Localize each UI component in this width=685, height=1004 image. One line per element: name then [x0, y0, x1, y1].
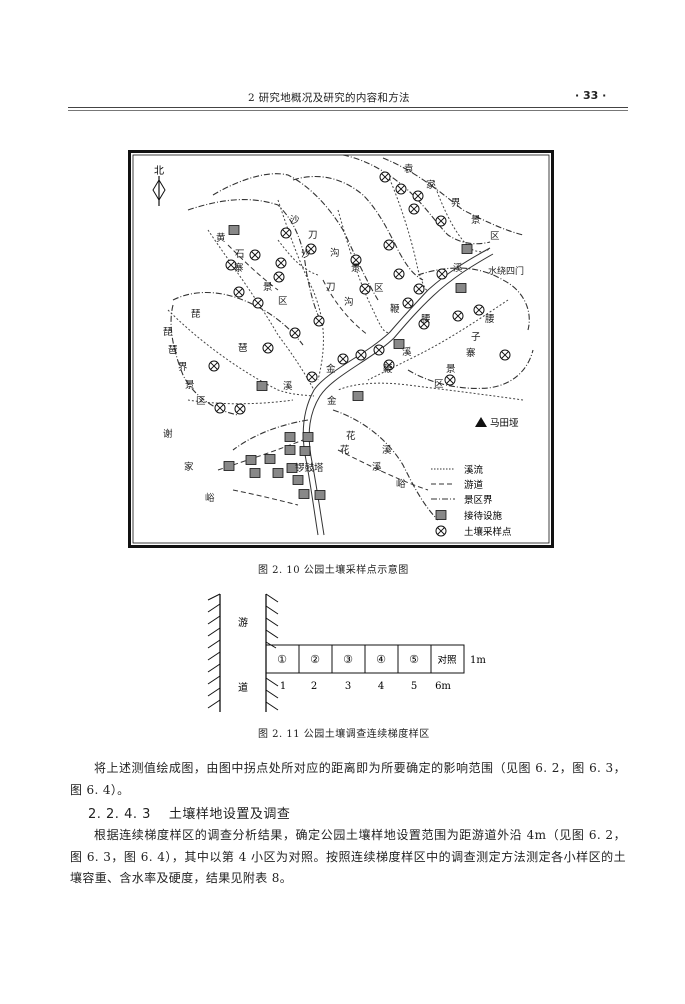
- label-dao-b: 刀: [326, 282, 336, 293]
- label-sha-a: 沙: [290, 215, 300, 226]
- label-xi-b: 溪: [402, 346, 412, 358]
- right-wall-hatching: [265, 593, 279, 711]
- label-yao-2: 腰: [485, 314, 495, 325]
- legend-trail-label: 游道: [464, 479, 484, 491]
- label-jing-p: 景: [185, 380, 195, 391]
- label-qu: 区: [490, 231, 500, 242]
- label-jin-a: 金: [327, 395, 337, 407]
- plot-1-label: ①: [277, 653, 287, 666]
- label-gou-b: 沟: [344, 296, 354, 308]
- map-frame: [128, 150, 554, 548]
- label-yu-x: 峪: [205, 493, 215, 504]
- running-header: 2 研究地概况及研究的内容和方法: [248, 92, 410, 104]
- legend-facility-label: 接待设施: [464, 510, 503, 522]
- section-title: 土壤样地设置及调查: [168, 807, 291, 822]
- section-heading: 2. 2. 4. 3 土壤样地设置及调查: [88, 803, 290, 822]
- page-number: · 33 ·: [575, 89, 607, 102]
- distance-tick-5: 5: [411, 681, 417, 692]
- gradient-plot-figure: 游 道 ① ② ③ ④ ⑤ 对照 1m 1 2 3 4 5 6m: [207, 593, 486, 712]
- plot-4-label: ④: [376, 653, 386, 666]
- distance-tick-3: 3: [345, 681, 351, 692]
- label-pa: 琶: [168, 345, 178, 356]
- label-yuan: 袁: [404, 163, 414, 175]
- label-xi-h2: 溪: [372, 461, 382, 473]
- label-jia: 家: [426, 179, 436, 191]
- figure-2-10-caption: 图 2. 10 公园土壤采样点示意图: [258, 565, 409, 576]
- label-hua-2: 花: [340, 444, 350, 456]
- header-rule-thin: [68, 110, 628, 111]
- label-qu-h: 区: [278, 296, 288, 307]
- label-pi: 琵: [163, 327, 173, 338]
- body-paragraph-1: 将上述测值绘成图，由图中拐点处所对应的距离即为所要确定的影响范围（见图 6. 2…: [70, 761, 626, 797]
- section-number: 2. 2. 4. 3: [88, 807, 151, 822]
- control-plot-label: 对照: [437, 654, 457, 666]
- label-xi-a: 溪: [453, 262, 463, 274]
- label-bian-b: 鞭: [383, 363, 393, 375]
- label-jia-x: 家: [184, 461, 194, 473]
- label-jin-b: 金: [326, 363, 336, 375]
- label-jing-a: 景: [351, 263, 361, 274]
- label-xi-p: 溪: [283, 380, 293, 392]
- label-qu-a: 区: [374, 283, 384, 294]
- label-bian-a: 鞭: [390, 303, 400, 315]
- label-jing-h: 景: [263, 282, 273, 293]
- label-hua: 花: [346, 430, 356, 442]
- label-gou-a: 沟: [330, 247, 340, 259]
- sampling-map-figure: 北 袁 家 界 景 区 沙 刀 沟 景 区 沙 刀 沟 黄 石 寨 景 区 水绕…: [128, 150, 554, 548]
- plot-2-label: ②: [310, 653, 320, 666]
- label-matianya: 马田垭: [490, 417, 519, 429]
- label-xie: 谢: [163, 428, 173, 440]
- distance-tick-1: 1: [280, 681, 286, 692]
- label-dao-a: 刀: [308, 230, 318, 241]
- label-luoguta: 锣鼓塔: [295, 462, 324, 474]
- plot-row: [265, 644, 465, 674]
- label-zhai-y: 寨: [466, 347, 476, 359]
- legend-boundary-label: 景区界: [464, 495, 493, 506]
- label-shi: 石: [235, 249, 245, 260]
- label-jie-p: 界: [178, 362, 188, 373]
- trail-label-you: 游: [238, 616, 248, 629]
- body-paragraph-2: 根据连续梯度样区的调查分析结果，确定公园土壤样地设置范围为距游道外沿 4m（见图…: [70, 828, 626, 885]
- label-yu-h: 峪: [396, 479, 406, 490]
- label-jing-y: 景: [446, 364, 456, 375]
- figure-2-11-caption: 图 2. 11 公园土壤调查连续梯度样区: [258, 729, 430, 740]
- distance-tick-2: 2: [311, 681, 317, 692]
- distance-tick-4: 4: [378, 681, 384, 692]
- label-shuiraosimen: 水绕四门: [488, 265, 524, 277]
- label-yao: 腰: [421, 314, 431, 325]
- label-zhai: 寨: [234, 262, 244, 274]
- legend-sample-label: 土壤采样点: [464, 526, 512, 538]
- label-jing: 景: [471, 215, 481, 226]
- distance-tick-6: 6m: [435, 681, 451, 692]
- label-qu-p: 区: [196, 396, 206, 407]
- label-qu-y: 区: [434, 379, 444, 390]
- plot-3-label: ③: [343, 653, 353, 666]
- legend-sample-icon: [435, 525, 447, 537]
- label-pa-2: 琶: [238, 343, 248, 354]
- label-zi: 子: [471, 332, 481, 343]
- legend-facility-icon: [435, 510, 447, 520]
- label-huang: 黄: [216, 232, 226, 244]
- left-wall-hatching: [207, 593, 221, 709]
- label-jie: 界: [451, 198, 461, 209]
- plot-5-label: ⑤: [409, 653, 419, 666]
- height-label: 1m: [470, 655, 486, 666]
- label-pi-2: 琵: [191, 309, 201, 320]
- label-xi-h: 溪: [382, 444, 392, 456]
- trail-label-dao: 道: [238, 681, 248, 694]
- header-rule: [68, 107, 628, 108]
- label-sha-b: 沙: [301, 249, 311, 260]
- north-label: 北: [154, 165, 164, 177]
- legend-stream-label: 溪流: [464, 464, 484, 476]
